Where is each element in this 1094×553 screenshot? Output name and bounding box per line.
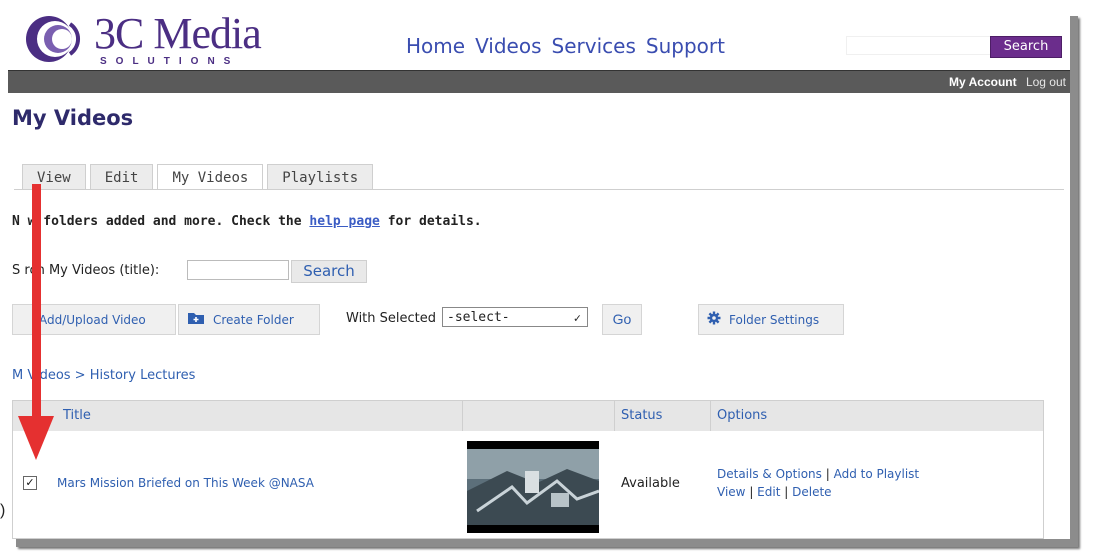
add-to-playlist-link[interactable]: Add to Playlist — [834, 467, 920, 481]
nav-videos[interactable]: Videos — [475, 34, 541, 58]
go-button[interactable]: Go — [602, 304, 642, 335]
nav-support[interactable]: Support — [646, 34, 725, 58]
tab-edit[interactable]: Edit — [89, 164, 154, 190]
table-row: ✓ Mars Mission Briefed on This Week @NAS… — [13, 431, 1043, 538]
notice-message: N w folders added and more. Check the he… — [12, 214, 482, 229]
brand-name: 3C Media — [94, 9, 262, 58]
create-folder-button[interactable]: Create Folder — [178, 304, 320, 335]
tab-bar: View Edit My Videos Playlists — [22, 164, 374, 190]
header-thumbnail — [463, 401, 615, 431]
gear-icon — [707, 311, 721, 328]
video-title-link[interactable]: Mars Mission Briefed on This Week @NASA — [57, 476, 314, 490]
thumbnail-image — [467, 441, 600, 533]
with-selected-dropdown[interactable]: -select- ✓ — [442, 307, 588, 327]
logout-link[interactable]: Log out — [1026, 75, 1066, 89]
site-header: 3C Media SOLUTIONS Home Videos Services … — [8, 8, 1070, 93]
account-links: My Account Log out — [949, 75, 1066, 89]
folder-settings-button[interactable]: Folder Settings — [698, 304, 844, 335]
notice-text-after: for details. — [379, 214, 482, 229]
header-options: Options — [717, 408, 768, 423]
nav-services[interactable]: Services — [552, 34, 636, 58]
header-title[interactable]: Title — [13, 401, 463, 431]
details-options-link[interactable]: Details & Options — [717, 467, 822, 481]
tab-my-videos[interactable]: My Videos — [157, 164, 264, 190]
tab-playlists[interactable]: Playlists — [267, 164, 374, 190]
table-header: Title Status Options — [13, 401, 1043, 431]
options-separator: | — [825, 467, 834, 481]
site-search-input[interactable] — [846, 36, 996, 55]
breadcrumb-current[interactable]: History Lectures — [90, 368, 196, 383]
nav-home[interactable]: Home — [406, 34, 465, 58]
video-status: Available — [621, 476, 680, 491]
annotation-arrow-icon — [18, 184, 54, 460]
create-folder-label: Create Folder — [213, 312, 294, 327]
breadcrumb-separator: > — [70, 368, 90, 383]
top-navigation: Home Videos Services Support — [406, 34, 725, 58]
with-selected-label: With Selected — [346, 311, 437, 326]
folder-plus-icon — [187, 311, 205, 328]
row-checkbox[interactable]: ✓ — [23, 476, 37, 490]
stray-text: ) — [0, 502, 6, 519]
video-search-button[interactable]: Search — [291, 260, 367, 283]
videos-table: Title Status Options ✓ Mars Mission Brie… — [12, 400, 1044, 539]
help-page-link[interactable]: help page — [309, 214, 379, 229]
with-selected-value: -select- — [447, 310, 510, 325]
brand-tagline: SOLUTIONS — [100, 56, 240, 67]
options-line-2: View | Edit | Delete — [717, 483, 919, 501]
logo-swirl-icon — [26, 16, 80, 62]
folder-settings-label: Folder Settings — [729, 312, 820, 327]
options-line-1: Details & Options | Add to Playlist — [717, 465, 919, 483]
account-bar: My Account Log out — [8, 70, 1070, 93]
chevron-down-icon: ✓ — [573, 311, 581, 325]
notice-text-before: N w folders added and more. Check the — [12, 214, 310, 229]
row-options: Details & Options | Add to Playlist View… — [717, 465, 919, 501]
video-search-input[interactable] — [187, 260, 289, 280]
my-account-link[interactable]: My Account — [949, 75, 1017, 89]
edit-link[interactable]: Edit — [757, 485, 780, 499]
site-search-button[interactable]: Search — [990, 36, 1062, 58]
header-status[interactable]: Status — [615, 401, 711, 431]
delete-link[interactable]: Delete — [792, 485, 831, 499]
options-separator: | — [749, 485, 758, 499]
view-link[interactable]: View — [717, 485, 745, 499]
page-frame: 3C Media SOLUTIONS Home Videos Services … — [8, 8, 1070, 539]
video-thumbnail[interactable] — [467, 441, 600, 533]
page-title: My Videos — [12, 106, 134, 130]
tab-divider — [14, 189, 1064, 190]
options-separator: | — [784, 485, 793, 499]
